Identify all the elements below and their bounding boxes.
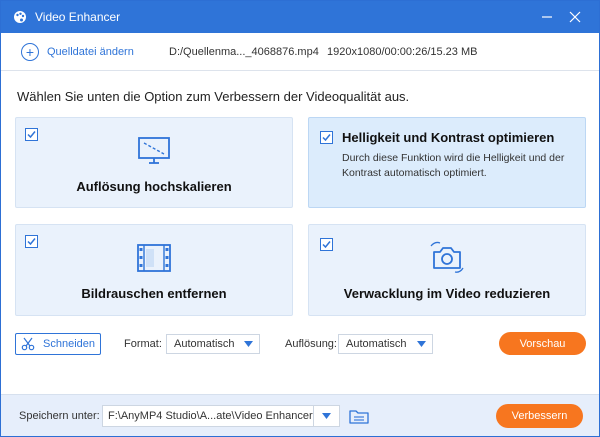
- save-to-label: Speichern unter:: [19, 410, 100, 422]
- upscale-checkbox[interactable]: [25, 128, 38, 141]
- close-button[interactable]: [561, 1, 589, 33]
- option-card-denoise[interactable]: Bildrauschen entfernen: [15, 224, 293, 316]
- video-enhancer-window: Video Enhancer + Quelldatei ändern D:/Qu…: [0, 0, 600, 437]
- open-folder-button[interactable]: [348, 407, 370, 425]
- brightness-contrast-title: Helligkeit und Kontrast optimieren: [342, 130, 555, 145]
- denoise-label: Bildrauschen entfernen: [81, 286, 227, 301]
- checkmark-icon: [27, 238, 36, 246]
- save-path-dropdown[interactable]: [314, 405, 340, 427]
- folder-icon: [349, 410, 369, 424]
- palette-icon: [13, 10, 27, 24]
- format-label: Format:: [124, 338, 162, 350]
- checkmark-icon: [322, 241, 331, 249]
- monitor-upscale-icon: [137, 136, 171, 169]
- source-file-meta: 1920x1080/00:00:26/15.23 MB: [327, 45, 478, 58]
- window-controls: [533, 1, 589, 33]
- option-card-stabilize[interactable]: Verwacklung im Video reduzieren: [308, 224, 586, 316]
- chevron-down-icon: [417, 341, 426, 347]
- option-card-upscale[interactable]: Auflösung hochskalieren: [15, 117, 293, 208]
- format-value: Automatisch: [174, 338, 235, 350]
- minimize-button[interactable]: [533, 1, 561, 33]
- footer-bar: Speichern unter: F:\AnyMP4 Studio\A...at…: [1, 394, 599, 436]
- film-strip-icon: [136, 243, 172, 276]
- change-source-button[interactable]: + Quelldatei ändern: [21, 42, 134, 61]
- denoise-checkbox[interactable]: [25, 235, 38, 248]
- enhance-button[interactable]: Verbessern: [496, 404, 583, 428]
- source-file-path: D:/Quellenma..._4068876.mp4: [169, 45, 319, 58]
- preview-button[interactable]: Vorschau: [499, 332, 586, 355]
- option-card-brightness-contrast[interactable]: Helligkeit und Kontrast optimieren Durch…: [308, 117, 586, 208]
- upscale-label: Auflösung hochskalieren: [76, 179, 232, 194]
- cut-label: Schneiden: [43, 338, 95, 350]
- chevron-down-icon: [244, 341, 253, 347]
- source-bar: + Quelldatei ändern D:/Quellenma..._4068…: [1, 33, 599, 71]
- minimize-icon: [542, 16, 552, 18]
- chevron-down-icon: [322, 412, 331, 419]
- brightness-contrast-description: Durch diese Funktion wird die Helligkeit…: [342, 152, 565, 179]
- save-path-field[interactable]: F:\AnyMP4 Studio\A...ate\Video Enhancer: [102, 405, 314, 427]
- plus-circle-icon: +: [21, 42, 39, 61]
- stabilize-label: Verwacklung im Video reduzieren: [343, 286, 551, 301]
- resolution-select[interactable]: Automatisch: [338, 334, 433, 354]
- camera-shake-icon: [429, 240, 465, 277]
- checkmark-icon: [27, 131, 36, 139]
- close-icon: [569, 11, 581, 23]
- checkmark-icon: [322, 134, 331, 142]
- instruction-text: Wählen Sie unten die Option zum Verbesse…: [17, 89, 410, 104]
- change-source-label: Quelldatei ändern: [47, 45, 134, 58]
- window-title: Video Enhancer: [35, 10, 121, 24]
- brightness-contrast-checkbox[interactable]: [320, 131, 333, 144]
- title-bar: Video Enhancer: [1, 1, 599, 33]
- stabilize-checkbox[interactable]: [320, 238, 333, 251]
- scissors-icon: [21, 337, 35, 351]
- resolution-label: Auflösung:: [285, 338, 337, 350]
- cut-button[interactable]: Schneiden: [15, 333, 101, 355]
- format-select[interactable]: Automatisch: [166, 334, 260, 354]
- resolution-value: Automatisch: [346, 338, 407, 350]
